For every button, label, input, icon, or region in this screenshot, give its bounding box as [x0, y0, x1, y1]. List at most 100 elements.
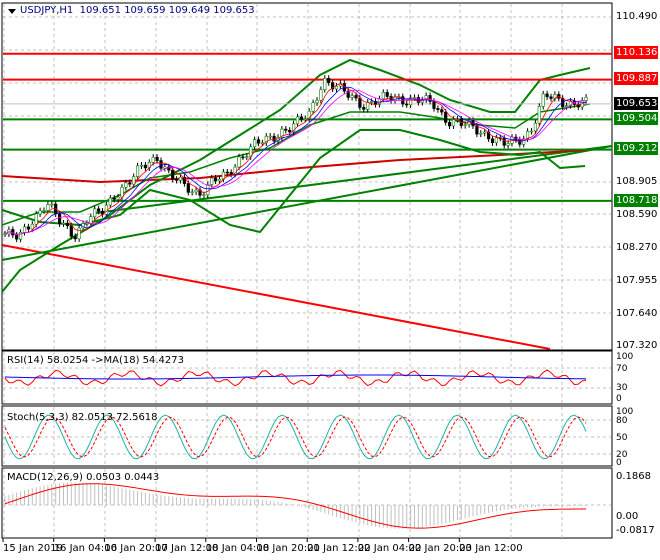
candle	[483, 131, 487, 134]
candle	[295, 116, 300, 125]
candle	[358, 97, 362, 108]
candle	[136, 165, 140, 177]
candle	[549, 96, 553, 99]
candle	[288, 129, 292, 133]
candle	[73, 236, 77, 240]
candle	[506, 143, 510, 146]
candle	[15, 234, 19, 240]
candle	[30, 223, 34, 230]
candle	[178, 176, 183, 181]
level-tag-resistance-2: 109.887	[614, 72, 658, 85]
candle	[217, 178, 222, 182]
rsi-line	[4, 369, 587, 387]
candle	[210, 177, 214, 185]
candle	[245, 156, 249, 159]
candle	[34, 213, 38, 225]
candle	[444, 111, 448, 123]
candle	[128, 182, 132, 185]
macd-tick: -0.0817	[616, 525, 655, 536]
candle	[479, 132, 483, 135]
candle	[315, 99, 319, 104]
candle	[412, 97, 417, 99]
price-tick: 107.640	[616, 308, 658, 319]
main-panel-frame	[1, 2, 613, 351]
price-tick: 108.905	[616, 176, 658, 187]
candle	[104, 204, 108, 215]
candle	[272, 135, 276, 142]
red-trend-line[interactable]	[1, 244, 551, 350]
candle	[529, 130, 534, 133]
level-tag-support-3: 108.718	[614, 194, 658, 207]
candle	[186, 183, 190, 193]
trading-chart-window: USDJPY,H1 109.651 109.659 109.649 109.65…	[0, 0, 660, 560]
candle	[564, 105, 569, 108]
macd-tick: 0.00	[616, 511, 639, 522]
candle	[327, 78, 331, 83]
price-tick: 107.320	[616, 340, 658, 351]
rsi-tick: 70	[616, 364, 628, 374]
candle	[50, 203, 54, 206]
candle	[143, 164, 148, 169]
symbol-label: USDJPY,H1	[20, 5, 74, 16]
candle	[69, 225, 73, 237]
candle	[253, 139, 257, 148]
stoch-title: Stoch(5,3,3) 82.0513 72.5618	[7, 412, 158, 423]
level-tag-resistance-1: 110.136	[614, 46, 658, 59]
candle	[432, 101, 436, 109]
price-tick: 110.490	[616, 11, 658, 22]
candle	[38, 210, 42, 215]
candle	[475, 125, 479, 135]
candle	[190, 191, 194, 194]
candle	[541, 93, 545, 107]
candle	[61, 222, 66, 225]
candle	[46, 204, 50, 211]
candle	[268, 135, 272, 138]
collapse-triangle-icon[interactable]	[8, 9, 16, 14]
green-trend-line-lower[interactable]	[1, 145, 613, 261]
price-tick: 108.270	[616, 242, 658, 253]
current-price-tag: 109.653	[614, 97, 658, 110]
candle	[229, 172, 233, 175]
candle	[323, 78, 327, 90]
candle	[494, 137, 499, 144]
candle	[108, 197, 112, 206]
candle	[256, 139, 261, 144]
rsi-tick: 0	[616, 394, 622, 404]
candle	[175, 178, 179, 181]
candle	[155, 156, 159, 161]
price-tick: 108.590	[616, 209, 658, 220]
moving-average-fast	[4, 83, 587, 235]
candle	[284, 128, 288, 131]
candle	[206, 184, 210, 196]
candle	[385, 92, 389, 97]
candles	[3, 75, 588, 243]
candle	[3, 233, 7, 236]
candle	[163, 166, 167, 169]
candle	[171, 169, 175, 180]
candle	[237, 156, 241, 168]
macd-title: MACD(12,26,9) 0.0503 0.0443	[7, 472, 160, 483]
level-tag-support-1: 109.504	[614, 112, 658, 125]
candle	[350, 95, 354, 98]
stoch-tick: 80	[616, 416, 628, 426]
candle	[537, 106, 541, 124]
candle	[545, 93, 549, 98]
candle	[366, 101, 370, 110]
macd-signal-line	[4, 483, 587, 529]
candle	[214, 177, 218, 182]
candle	[42, 210, 46, 212]
candle	[112, 197, 116, 200]
candle	[436, 108, 440, 110]
candle	[405, 103, 409, 106]
candle	[26, 226, 31, 230]
candle	[334, 85, 339, 90]
candle	[354, 95, 358, 99]
candle	[311, 102, 315, 112]
candle	[299, 116, 304, 120]
candle	[124, 182, 128, 188]
stoch-tick: 50	[616, 433, 628, 443]
candle	[303, 118, 307, 121]
grid	[2, 4, 611, 542]
candle	[89, 216, 93, 224]
indicators	[4, 369, 587, 529]
